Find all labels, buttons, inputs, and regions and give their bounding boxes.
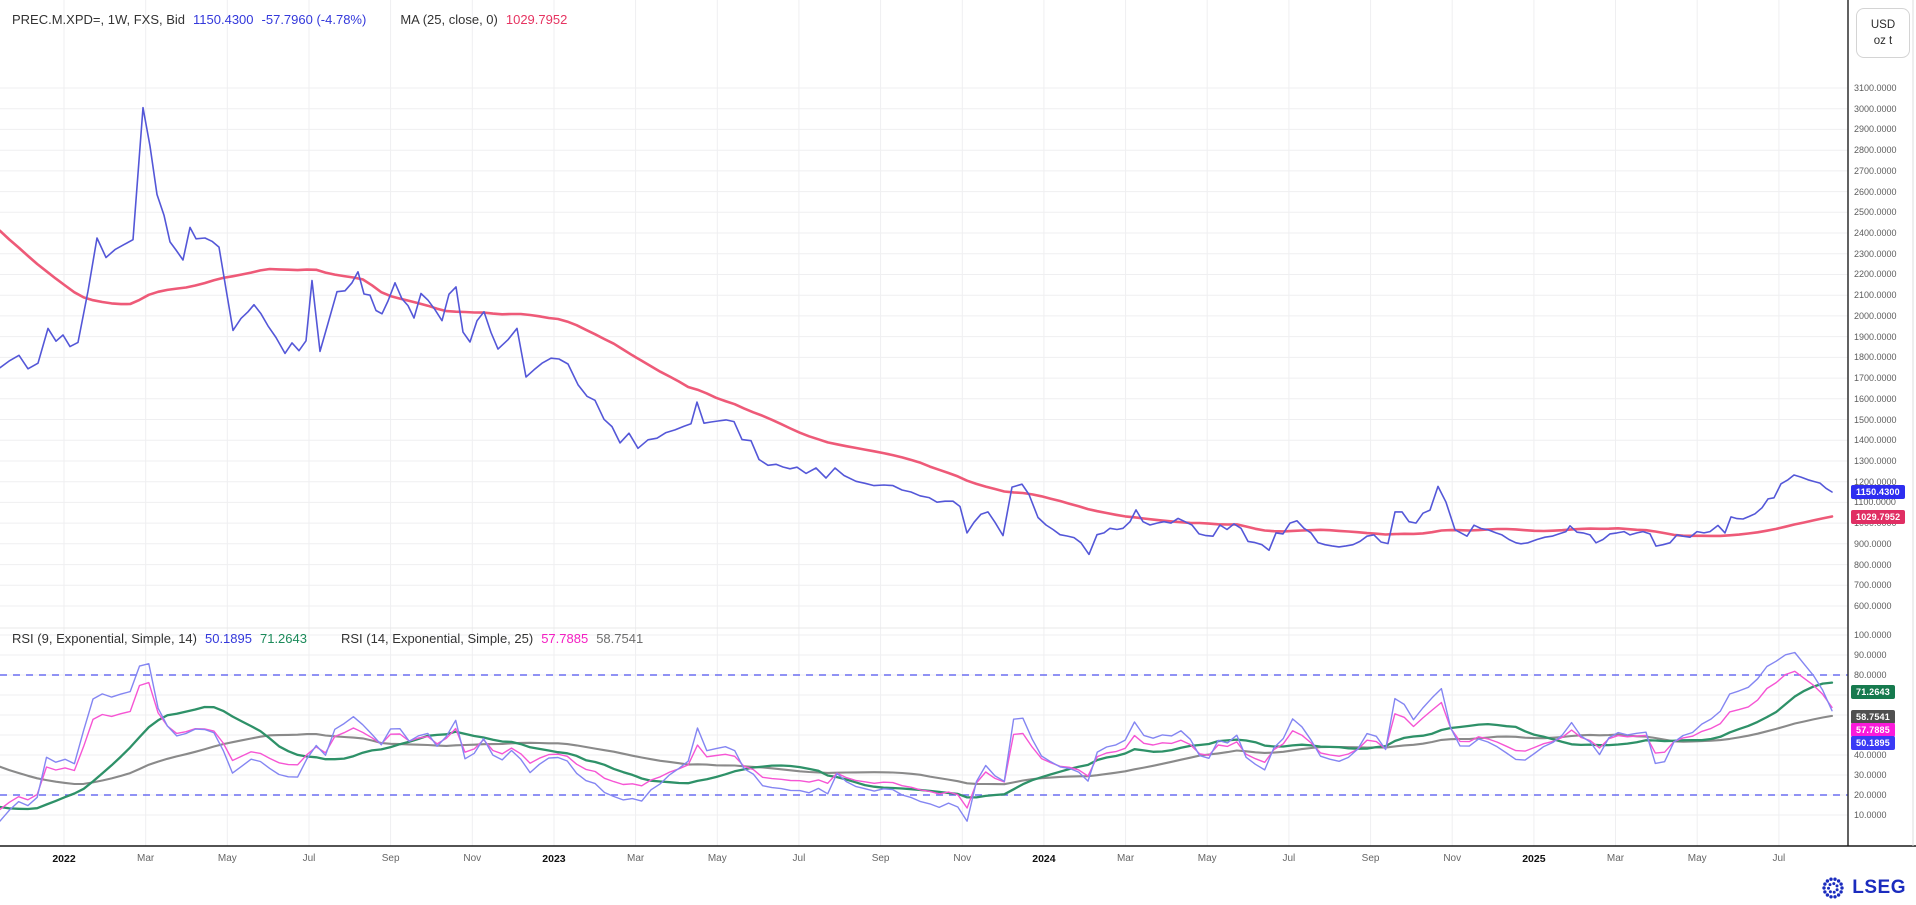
rsi-axis-tick: 40.0000 bbox=[1854, 750, 1887, 760]
price-axis-tick: 3100.0000 bbox=[1854, 83, 1897, 93]
lseg-logo-text: LSEG bbox=[1852, 877, 1906, 899]
date-axis-label: Nov bbox=[953, 853, 971, 864]
price-axis-tick: 2200.0000 bbox=[1854, 269, 1897, 279]
date-axis-label: May bbox=[218, 853, 237, 864]
date-axis-label: Nov bbox=[1443, 853, 1461, 864]
date-axis-label: May bbox=[1688, 853, 1707, 864]
date-axis-label: Nov bbox=[463, 853, 481, 864]
price-axis-tick: 2300.0000 bbox=[1854, 249, 1897, 259]
last-value-badge: 1029.7952 bbox=[1851, 510, 1905, 524]
date-axis-label: Sep bbox=[1362, 853, 1380, 864]
rsi-axis-tick: 30.0000 bbox=[1854, 770, 1887, 780]
date-axis-label: Jul bbox=[1282, 853, 1295, 864]
price-axis-tick: 2600.0000 bbox=[1854, 187, 1897, 197]
rsi-axis-tick: 20.0000 bbox=[1854, 790, 1887, 800]
date-axis-label: Mar bbox=[1117, 853, 1134, 864]
date-axis-label: Sep bbox=[382, 853, 400, 864]
price-axis-tick: 700.0000 bbox=[1854, 580, 1892, 590]
rsi-axis-tick: 10.0000 bbox=[1854, 810, 1887, 820]
last-value-badge: 1150.4300 bbox=[1851, 485, 1905, 499]
date-axis-label: Mar bbox=[1607, 853, 1624, 864]
price-axis-tick: 1300.0000 bbox=[1854, 456, 1897, 466]
rsi9-value: 50.1895 bbox=[205, 631, 252, 646]
rsi14-signal-value: 58.7541 bbox=[596, 631, 643, 646]
rsi14-value: 57.7885 bbox=[541, 631, 588, 646]
price-axis-tick: 1500.0000 bbox=[1854, 415, 1897, 425]
date-axis-label: Jul bbox=[793, 853, 806, 864]
price-axis-tick: 1400.0000 bbox=[1854, 435, 1897, 445]
price-axis-tick: 900.0000 bbox=[1854, 539, 1892, 549]
price-axis-tick: 600.0000 bbox=[1854, 601, 1892, 611]
date-axis-label: May bbox=[1198, 853, 1217, 864]
date-axis-label: Jul bbox=[303, 853, 316, 864]
price-axis-tick: 2900.0000 bbox=[1854, 124, 1897, 134]
date-axis-label: Mar bbox=[137, 853, 154, 864]
rsi9-study-label: RSI (9, Exponential, Simple, 14) bbox=[12, 631, 197, 646]
price-axis-tick: 1800.0000 bbox=[1854, 352, 1897, 362]
date-axis-label: 2024 bbox=[1032, 853, 1055, 865]
price-axis-tick: 1900.0000 bbox=[1854, 332, 1897, 342]
rsi-legend: RSI (9, Exponential, Simple, 14) 50.1895… bbox=[12, 631, 643, 646]
date-axis-label: 2023 bbox=[542, 853, 565, 865]
price-axis-tick: 2400.0000 bbox=[1854, 228, 1897, 238]
price-axis-tick: 2700.0000 bbox=[1854, 166, 1897, 176]
lseg-sunburst-icon bbox=[1820, 875, 1846, 901]
date-axis-label: Sep bbox=[872, 853, 890, 864]
price-axis-tick: 1600.0000 bbox=[1854, 394, 1897, 404]
ma-study-label: MA (25, close, 0) bbox=[400, 12, 498, 27]
last-value-badge: 58.7541 bbox=[1851, 710, 1895, 724]
date-axis-label: 2025 bbox=[1522, 853, 1545, 865]
price-chart-canvas[interactable] bbox=[0, 0, 1916, 905]
price-axis-tick: 1700.0000 bbox=[1854, 373, 1897, 383]
unit-currency-label: USD bbox=[1871, 19, 1895, 31]
price-axis-tick: 2800.0000 bbox=[1854, 145, 1897, 155]
chart-window: PREC.M.XPD=, 1W, FXS, Bid 1150.4300 -57.… bbox=[0, 0, 1916, 905]
date-axis-label: Mar bbox=[627, 853, 644, 864]
unit-weight-label: oz t bbox=[1874, 35, 1893, 47]
price-axis-tick: 2000.0000 bbox=[1854, 311, 1897, 321]
rsi9-signal-value: 71.2643 bbox=[260, 631, 307, 646]
date-axis-label: Jul bbox=[1772, 853, 1785, 864]
last-value-badge: 57.7885 bbox=[1851, 723, 1895, 737]
rsi-axis-tick: 100.0000 bbox=[1854, 630, 1892, 640]
price-axis-tick: 2500.0000 bbox=[1854, 207, 1897, 217]
rsi14-study-label: RSI (14, Exponential, Simple, 25) bbox=[341, 631, 533, 646]
date-axis-label: May bbox=[708, 853, 727, 864]
instrument-label: PREC.M.XPD=, 1W, FXS, Bid bbox=[12, 12, 185, 27]
last-value-badge: 50.1895 bbox=[1851, 736, 1895, 750]
rsi-axis-tick: 90.0000 bbox=[1854, 650, 1887, 660]
price-legend: PREC.M.XPD=, 1W, FXS, Bid 1150.4300 -57.… bbox=[12, 12, 567, 27]
rsi-axis-tick: 80.0000 bbox=[1854, 670, 1887, 680]
lseg-logo: LSEG bbox=[1820, 875, 1906, 901]
price-axis-tick: 800.0000 bbox=[1854, 560, 1892, 570]
price-axis-unit-box: USD oz t bbox=[1856, 8, 1910, 58]
price-axis-tick: 3000.0000 bbox=[1854, 104, 1897, 114]
last-price-value: 1150.4300 bbox=[193, 12, 254, 27]
last-value-badge: 71.2643 bbox=[1851, 685, 1895, 699]
date-axis-label: 2022 bbox=[52, 853, 75, 865]
price-change-value: -57.7960 (-4.78%) bbox=[262, 12, 367, 27]
ma-value: 1029.7952 bbox=[506, 12, 567, 27]
price-axis-tick: 2100.0000 bbox=[1854, 290, 1897, 300]
